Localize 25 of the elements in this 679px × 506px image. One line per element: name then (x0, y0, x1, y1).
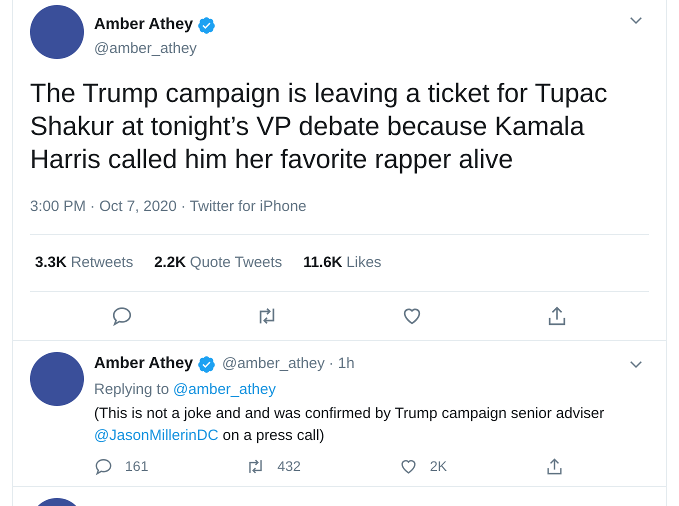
share-icon[interactable] (544, 456, 564, 476)
avatar[interactable] (30, 5, 84, 59)
author-name[interactable]: Amber Athey (94, 13, 193, 37)
reply-icon[interactable] (111, 305, 134, 327)
author-handle[interactable]: @amber_athey (94, 40, 197, 57)
reply-count: 161 (125, 456, 148, 476)
tweet-timestamp: 3:00 PM · Oct 7, 2020 · Twitter for iPhone (30, 197, 308, 217)
stat-count: 3.3K (35, 252, 67, 272)
avatar[interactable] (30, 352, 84, 406)
author-name[interactable]: Amber Athey (94, 352, 193, 376)
reply-time: · 1h (328, 354, 355, 374)
mention-link[interactable]: @JasonMillerinDC (94, 426, 218, 444)
author-handle[interactable]: @amber_athey (222, 352, 325, 376)
stat-count: 11.6K (303, 252, 342, 272)
stat-label[interactable]: Quote Tweets (190, 252, 282, 274)
reply-icon[interactable] (94, 456, 113, 476)
tweet-text: The Trump campaign is leaving a ticket for Tupac Shakur at tonight’s VP debate because Kamala Harris called him her favorite rapper alive (30, 77, 608, 176)
mention-link[interactable]: @amber_athey (173, 379, 276, 402)
replying-label: Replying to (94, 380, 170, 400)
stat-label[interactable]: Likes (346, 252, 382, 274)
stat-count: 2.2K (154, 252, 186, 272)
like-count: 2K (430, 456, 447, 476)
stat-label[interactable]: Retweets (70, 252, 134, 274)
reply-text: (This is not a joke and and was confirmed by Trump campaign senior adviser @JasonMillerinDC on a press call) (94, 404, 606, 446)
retweet-count: 432 (277, 456, 301, 476)
